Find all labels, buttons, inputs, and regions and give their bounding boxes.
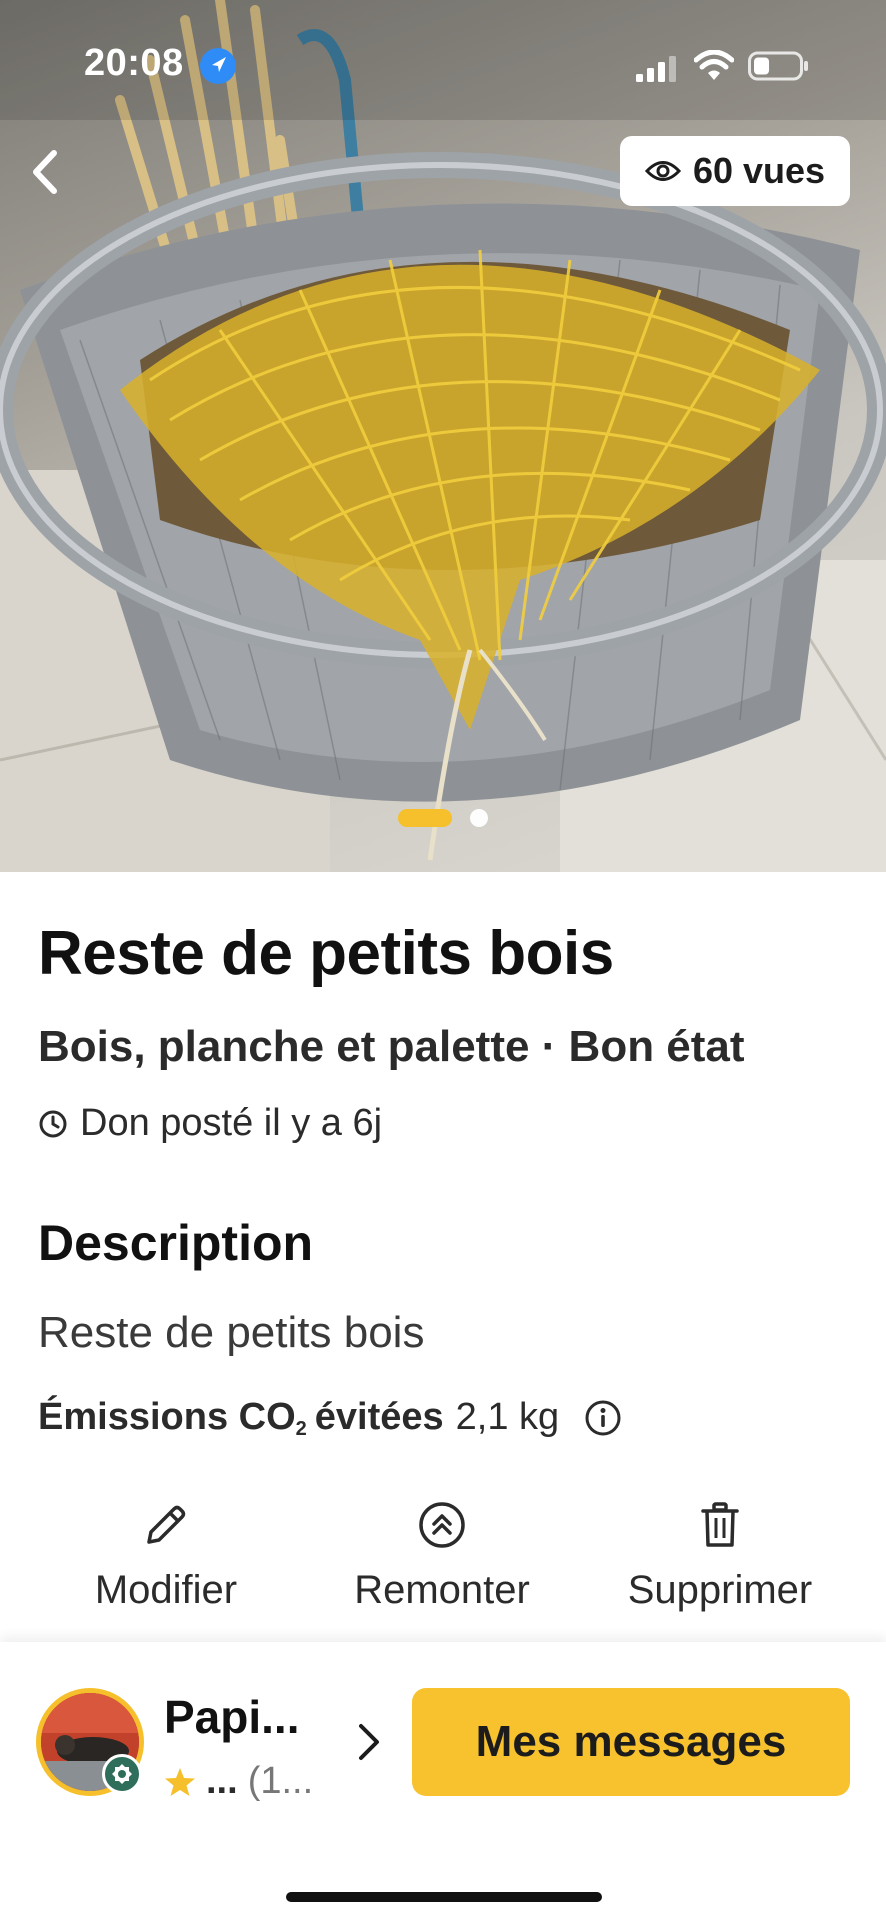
co2-info-button[interactable]	[583, 1398, 623, 1438]
listing-posted-time: Don posté il y a 6j	[38, 1102, 382, 1145]
carousel-dot-active[interactable]	[398, 809, 452, 827]
chevron-left-icon	[33, 150, 57, 194]
bump-button[interactable]: Remonter	[312, 1500, 572, 1613]
trash-icon	[701, 1502, 739, 1547]
user-name[interactable]: Papi...	[164, 1690, 299, 1744]
wifi-icon	[694, 50, 734, 80]
battery-icon	[748, 51, 808, 81]
bump-label: Remonter	[354, 1568, 530, 1612]
status-time: 20:08	[84, 42, 184, 84]
co2-value: 2,1 kg	[455, 1396, 560, 1438]
co2-label-end: évitées	[314, 1396, 444, 1438]
pencil-icon	[147, 1505, 186, 1544]
listing-category-condition: Bois, planche et palette · Bon état	[38, 1022, 745, 1071]
home-indicator[interactable]	[286, 1892, 602, 1902]
rating-count: (1...	[247, 1760, 314, 1802]
description-text: Reste de petits bois	[38, 1308, 425, 1357]
listing-photo-carousel[interactable]: 20:08 60 vues	[0, 0, 886, 872]
eye-icon	[644, 161, 681, 181]
co2-label: Émissions CO	[38, 1396, 296, 1438]
listing-title: Reste de petits bois	[38, 919, 614, 988]
bottom-bar: Papi... ... (1... Mes messages	[0, 1642, 886, 1920]
listing-photo	[0, 0, 886, 872]
carousel-dot[interactable]	[470, 809, 488, 827]
delete-button[interactable]: Supprimer	[590, 1500, 850, 1613]
posted-label: Don posté il y a 6j	[80, 1102, 383, 1144]
delete-label: Supprimer	[627, 1568, 813, 1612]
info-circle-icon	[585, 1400, 621, 1435]
cellular-signal-icon	[636, 56, 676, 82]
modify-label: Modifier	[94, 1568, 238, 1612]
verified-badge-icon	[102, 1754, 142, 1794]
back-button[interactable]	[14, 140, 78, 204]
rating-value: ...	[206, 1760, 238, 1802]
user-rating: ... (1...	[164, 1760, 313, 1803]
views-count-badge: 60 vues	[620, 136, 850, 206]
star-icon	[165, 1767, 195, 1796]
views-count-label: 60 vues	[692, 150, 826, 191]
modify-button[interactable]: Modifier	[36, 1500, 296, 1613]
clock-icon	[39, 1110, 67, 1137]
description-heading: Description	[38, 1215, 314, 1271]
chevron-right-icon	[359, 1724, 379, 1760]
double-chevron-up-circle-icon	[419, 1502, 465, 1548]
listing-actions: Modifier Remonter Supprimer	[0, 1500, 886, 1620]
carousel-pagination[interactable]	[398, 808, 488, 828]
status-bar: 20:08	[0, 0, 886, 130]
location-arrow-icon	[200, 48, 236, 84]
co2-savings: Émissions CO 2 évitées 2,1 kg	[38, 1396, 623, 1440]
co2-subscript: 2	[295, 1418, 307, 1440]
my-messages-button[interactable]: Mes messages	[412, 1688, 850, 1796]
profile-link-button[interactable]	[348, 1712, 388, 1772]
